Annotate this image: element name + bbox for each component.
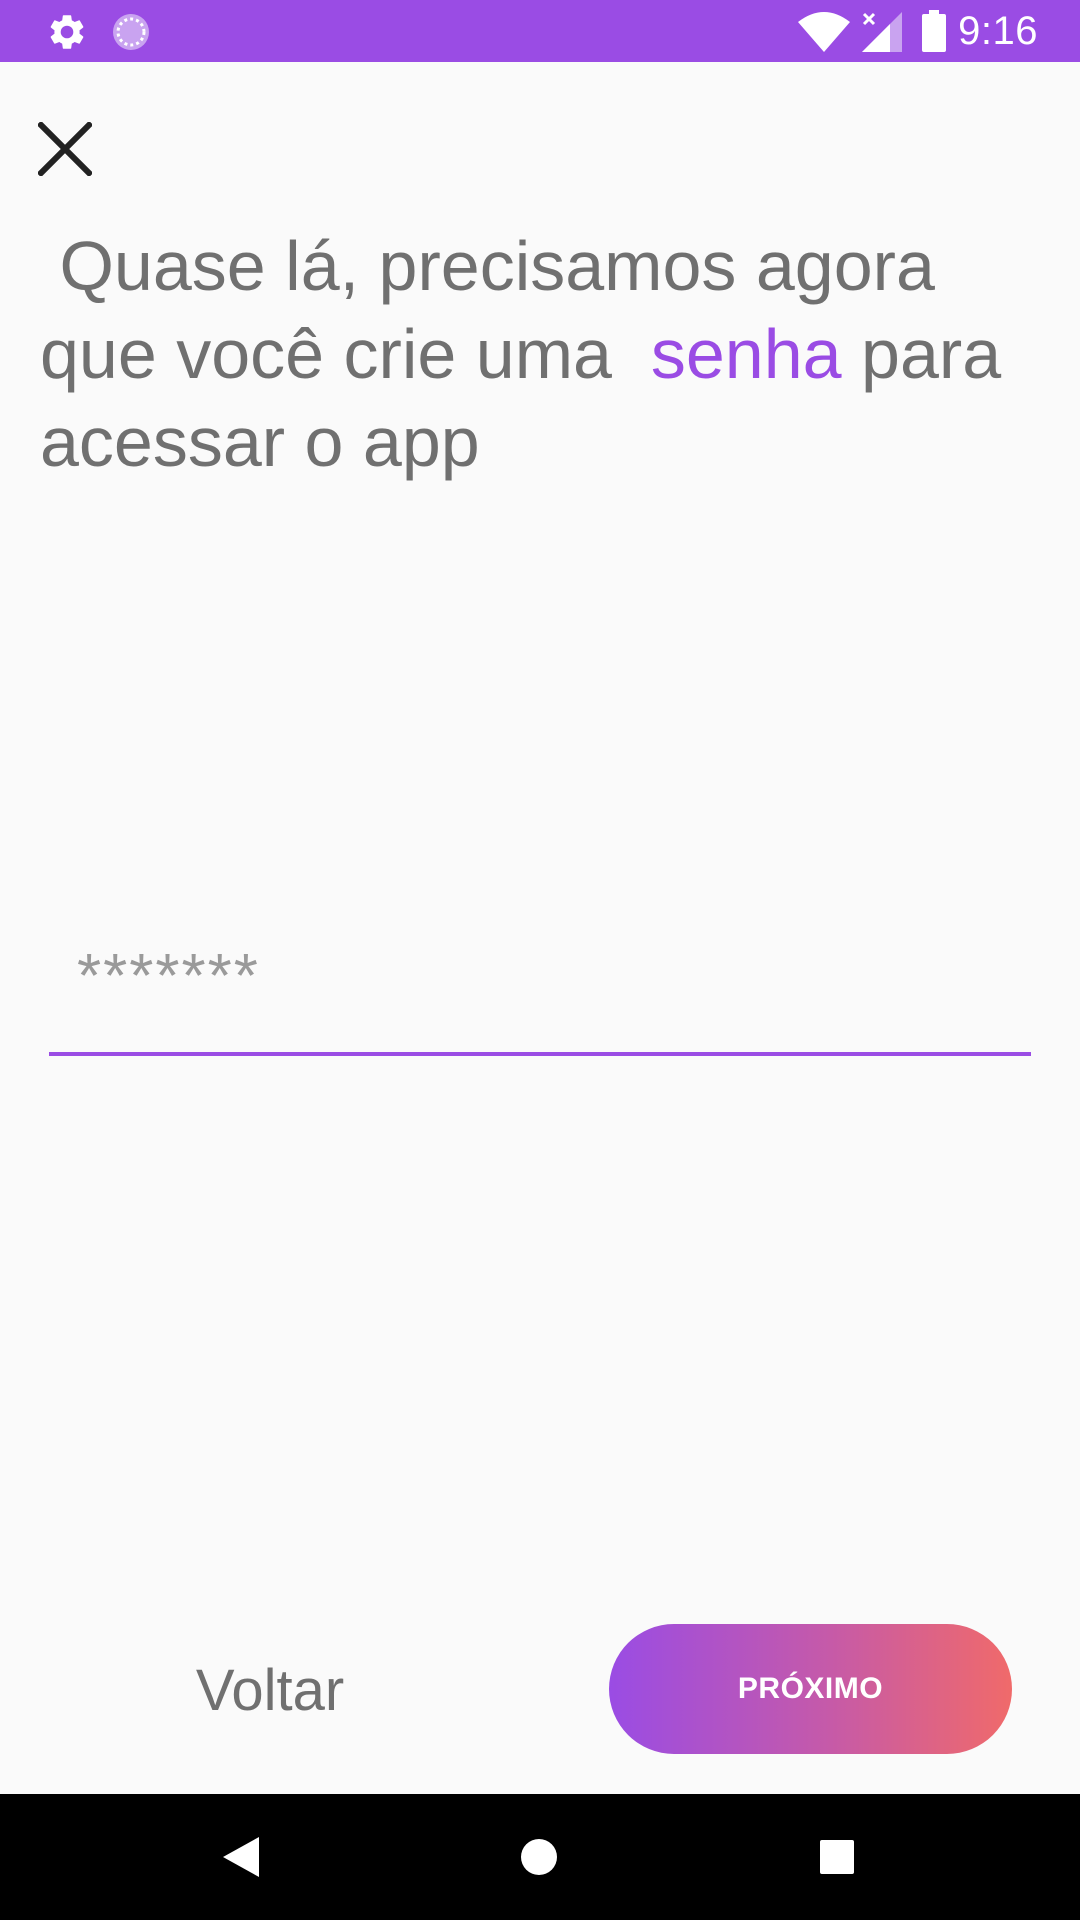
- password-field: [49, 900, 1031, 1056]
- status-bar: 9:16: [0, 0, 1080, 62]
- navigation-bar: [0, 1794, 1080, 1920]
- page-heading: Quase lá, precisamos agora que você crie…: [40, 222, 1050, 486]
- status-time: 9:16: [958, 9, 1038, 53]
- wifi-icon: [798, 12, 850, 52]
- nav-home-button[interactable]: [506, 1824, 572, 1890]
- recents-square-icon: [820, 1840, 854, 1874]
- back-button[interactable]: Voltar: [150, 1648, 390, 1732]
- battery-icon: [922, 10, 946, 52]
- back-triangle-icon: [223, 1837, 259, 1877]
- nav-recents-button[interactable]: [804, 1824, 870, 1890]
- app-screen: 9:16 Quase lá, precisamos agora que você…: [0, 0, 1080, 1920]
- home-circle-icon: [521, 1839, 557, 1875]
- nav-back-button[interactable]: [208, 1824, 274, 1890]
- password-underline: [49, 1052, 1031, 1056]
- gear-icon: [50, 15, 84, 49]
- password-input[interactable]: [49, 900, 1031, 1052]
- sync-icon: [113, 14, 149, 50]
- heading-accent-word: senha: [650, 315, 842, 393]
- close-button[interactable]: [24, 108, 106, 190]
- next-button[interactable]: PRÓXIMO: [609, 1624, 1012, 1754]
- close-icon: [38, 122, 92, 176]
- signal-icon: [862, 12, 902, 52]
